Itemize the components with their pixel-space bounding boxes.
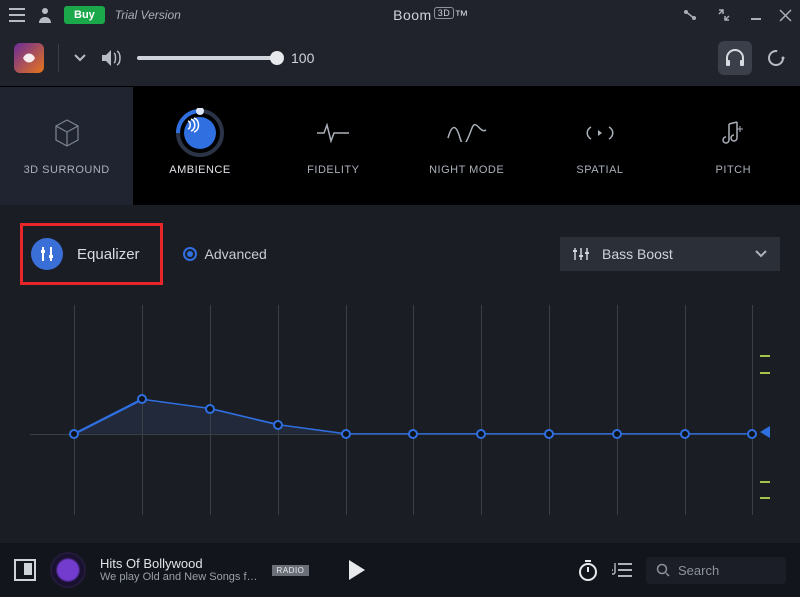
account-icon[interactable] [36,6,54,24]
app-logo[interactable] [14,43,44,73]
effect-3d-surround[interactable]: 3D SURROUND [0,87,133,205]
effect-fidelity[interactable]: FIDELITY [267,87,400,205]
divider [58,44,59,72]
eq-band-handle[interactable] [747,429,757,439]
eq-band-line [481,305,482,515]
track-info: Hits Of Bollywood We play Old and New So… [100,556,258,585]
spatial-icon [583,116,617,150]
eq-band-line [617,305,618,515]
advanced-label: Advanced [205,246,267,262]
pitch-icon [721,116,745,150]
effects-strip: 3D SURROUND AMBIENCE FIDELITY NIGHT MODE… [0,86,800,205]
eq-gain-pointer[interactable] [760,426,770,438]
queue-icon[interactable] [612,561,632,579]
title-bar: Buy Trial Version Boom3D™ [0,0,800,30]
radio-icon [183,247,197,261]
volume-value: 100 [291,50,314,66]
tm-symbol: ™ [454,7,469,23]
track-subtitle: We play Old and New Songs f… [100,571,258,584]
search-placeholder: Search [678,563,719,578]
effect-night-mode[interactable]: NIGHT MODE [400,87,533,205]
player-bar: Hits Of Bollywood We play Old and New So… [0,543,800,597]
eq-band-line [413,305,414,515]
preset-sliders-icon [572,247,590,261]
title-bar-left: Buy Trial Version [8,6,181,24]
equalizer-icon[interactable] [31,238,63,270]
eq-band-handle[interactable] [680,429,690,439]
eq-band-line [549,305,550,515]
equalizer-label: Equalizer [77,246,140,263]
effect-label: AMBIENCE [169,164,230,176]
eq-band-line [346,305,347,515]
pulse-icon [316,116,350,150]
chevron-down-icon[interactable] [73,53,87,63]
eq-band-handle[interactable] [341,429,351,439]
preset-dropdown[interactable]: Bass Boost [560,237,780,271]
headphones-button[interactable] [718,41,752,75]
app-badge-3d: 3D [434,7,455,19]
effect-label: FIDELITY [307,164,359,176]
eq-band-handle[interactable] [205,404,215,414]
eq-band-handle[interactable] [476,429,486,439]
eq-band-handle[interactable] [544,429,554,439]
eq-curve [30,305,770,535]
cube-icon [50,116,84,150]
equalizer-header: Equalizer Advanced Bass Boost [0,205,800,295]
eq-gain-scale [756,319,770,521]
eq-band-line [752,305,753,515]
album-art[interactable] [50,552,86,588]
eq-band-line [685,305,686,515]
play-button[interactable] [347,559,367,581]
effect-ambience[interactable]: AMBIENCE [133,87,266,205]
effect-label: SPATIAL [576,164,623,176]
eq-band-line [278,305,279,515]
preset-name: Bass Boost [602,246,673,262]
search-input[interactable]: Search [646,557,786,584]
trial-label: Trial Version [115,8,181,22]
power-cycle-icon[interactable] [766,48,786,68]
wave-icon [447,116,487,150]
app-name: Boom [393,7,432,23]
eq-band-handle[interactable] [137,394,147,404]
eq-band-handle[interactable] [408,429,418,439]
effect-spatial[interactable]: SPATIAL [533,87,666,205]
ambience-icon [175,116,225,150]
radio-badge: RADIO [272,565,310,576]
eq-band-line [74,305,75,515]
minimize-button[interactable] [749,8,763,22]
eq-band-handle[interactable] [612,429,622,439]
chevron-down-icon [754,249,768,259]
app-title: Boom3D™ [181,7,681,23]
effect-pitch[interactable]: PITCH [667,87,800,205]
volume-slider-thumb[interactable] [270,51,284,65]
share-icon[interactable] [681,6,699,24]
title-bar-right [681,6,792,24]
close-button[interactable] [779,9,792,22]
track-title: Hits Of Bollywood [100,556,258,572]
toolbar: 100 [0,30,800,86]
sleep-timer-icon[interactable] [578,559,598,581]
menu-icon[interactable] [8,6,26,24]
eq-band-line [142,305,143,515]
search-icon [656,563,670,577]
advanced-toggle[interactable]: Advanced [183,246,267,262]
volume-slider[interactable] [137,56,277,60]
eq-band-handle[interactable] [273,420,283,430]
now-playing-icon[interactable] [14,559,36,581]
eq-midline [30,434,746,435]
equalizer-graph[interactable] [30,305,770,535]
effect-label: PITCH [716,164,752,176]
effect-label: NIGHT MODE [429,164,504,176]
buy-button[interactable]: Buy [64,6,105,24]
equalizer-toggle-highlight: Equalizer [20,223,163,285]
volume-icon[interactable] [101,49,123,67]
collapse-icon[interactable] [715,6,733,24]
effect-label: 3D SURROUND [24,164,110,176]
eq-band-handle[interactable] [69,429,79,439]
